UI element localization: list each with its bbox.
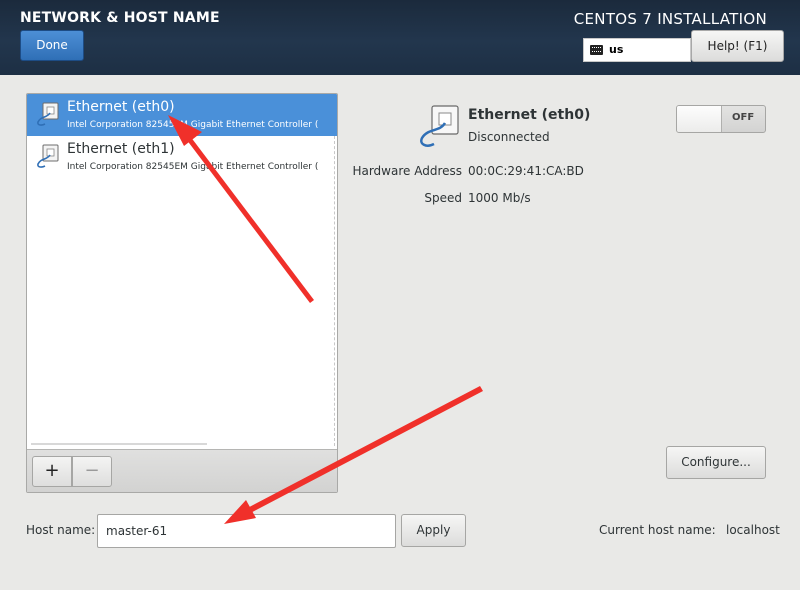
header-bar: NETWORK & HOST NAME Done CENTOS 7 INSTAL…	[0, 0, 800, 75]
page-title: NETWORK & HOST NAME	[20, 10, 220, 26]
current-hostname-value: localhost	[726, 523, 780, 537]
hardware-address-label: Hardware Address	[352, 164, 462, 178]
device-name: Ethernet (eth0)	[67, 99, 175, 115]
switch-state-label: OFF	[732, 112, 755, 123]
hardware-address-value: 00:0C:29:41:CA:BD	[468, 164, 584, 178]
device-list: Ethernet (eth0) Intel Corporation 82545E…	[26, 93, 338, 493]
ethernet-cable-icon	[37, 144, 59, 168]
speed-label: Speed	[424, 191, 462, 205]
detail-connection-status: Disconnected	[468, 130, 550, 144]
list-vertical-scrollbar[interactable]	[334, 136, 335, 446]
help-button[interactable]: Help! (F1)	[691, 30, 784, 62]
hostname-label: Host name:	[26, 523, 96, 537]
keyboard-icon	[590, 45, 603, 55]
speed-value: 1000 Mb/s	[468, 191, 531, 205]
list-horizontal-scrollbar[interactable]	[31, 443, 207, 445]
current-hostname-label: Current host name:	[599, 523, 716, 537]
device-list-toolbar: + −	[27, 449, 337, 492]
configure-button[interactable]: Configure...	[666, 446, 766, 479]
keyboard-layout-indicator[interactable]: us	[583, 38, 691, 62]
switch-knob[interactable]	[677, 106, 722, 132]
ethernet-cable-icon	[420, 105, 459, 147]
keyboard-layout-label: us	[609, 43, 624, 56]
device-description: Intel Corporation 82545EM Gigabit Ethern…	[67, 120, 319, 130]
add-device-button[interactable]: +	[32, 456, 72, 487]
remove-device-button[interactable]: −	[72, 456, 112, 487]
device-name: Ethernet (eth1)	[67, 141, 175, 157]
device-row-eth0[interactable]: Ethernet (eth0) Intel Corporation 82545E…	[27, 94, 337, 136]
device-description: Intel Corporation 82545EM Gigabit Ethern…	[67, 162, 319, 172]
product-title: CENTOS 7 INSTALLATION	[573, 10, 767, 28]
hostname-input[interactable]	[97, 514, 396, 548]
device-on-off-switch[interactable]: OFF	[676, 105, 766, 133]
apply-button[interactable]: Apply	[401, 514, 466, 547]
ethernet-cable-icon	[37, 102, 59, 126]
detail-device-name: Ethernet (eth0)	[468, 107, 591, 123]
device-row-eth1[interactable]: Ethernet (eth1) Intel Corporation 82545E…	[27, 136, 337, 178]
done-button[interactable]: Done	[20, 30, 84, 61]
